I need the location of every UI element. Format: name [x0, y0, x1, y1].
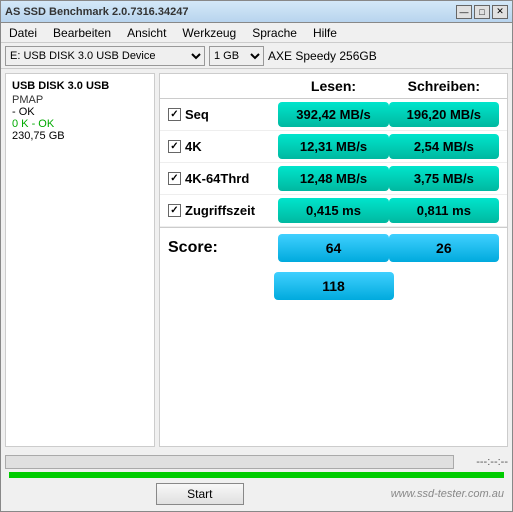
bottom-area: ---:--:-- Start www.ssd-tester.com.au	[1, 451, 512, 511]
4k64-label: ✓ 4K-64Thrd	[168, 171, 278, 186]
seq-checkbox[interactable]: ✓	[168, 108, 181, 121]
4k64-write-value: 3,75 MB/s	[389, 166, 499, 191]
left-panel: USB DISK 3.0 USB PMAP - OK 0 K - OK 230,…	[5, 73, 155, 447]
score-total-row: 118	[160, 268, 507, 306]
start-button[interactable]: Start	[156, 483, 243, 505]
4k-label: ✓ 4K	[168, 139, 278, 154]
4k-checkbox[interactable]: ✓	[168, 140, 181, 153]
4k64-row: ✓ 4K-64Thrd 12,48 MB/s 3,75 MB/s	[160, 163, 507, 195]
menu-ansicht[interactable]: Ansicht	[123, 26, 170, 40]
menu-bearbeiten[interactable]: Bearbeiten	[49, 26, 115, 40]
drive-label: AXE Speedy 256GB	[268, 49, 377, 63]
score-write-value: 26	[389, 234, 499, 262]
window-title: AS SSD Benchmark 2.0.7316.34247	[5, 6, 188, 18]
menu-bar: Datei Bearbeiten Ansicht Werkzeug Sprach…	[1, 23, 512, 43]
access-checkbox[interactable]: ✓	[168, 204, 181, 217]
main-window: AS SSD Benchmark 2.0.7316.34247 — □ ✕ Da…	[0, 0, 513, 512]
score-total-value: 118	[274, 272, 394, 300]
4k-write-value: 2,54 MB/s	[389, 134, 499, 159]
lesen-header: Lesen:	[278, 78, 388, 94]
device-name: USB DISK 3.0 USB	[12, 80, 148, 92]
4k64-read-value: 12,48 MB/s	[278, 166, 388, 191]
4k-read-value: 12,31 MB/s	[278, 134, 388, 159]
seq-write-value: 196,20 MB/s	[389, 102, 499, 127]
seq-label: ✓ Seq	[168, 107, 278, 122]
right-panel: Lesen: Schreiben: ✓ Seq 392,42 MB/s 196,…	[159, 73, 508, 447]
access-label: ✓ Zugriffszeit	[168, 203, 278, 218]
ok1-label: - OK	[12, 106, 148, 118]
results-header: Lesen: Schreiben:	[160, 74, 507, 99]
col1-header	[168, 78, 278, 94]
pmap-label: PMAP	[12, 94, 148, 106]
title-bar-buttons: — □ ✕	[456, 5, 508, 19]
4k64-checkbox[interactable]: ✓	[168, 172, 181, 185]
menu-hilfe[interactable]: Hilfe	[309, 26, 341, 40]
score-label: Score:	[168, 239, 278, 257]
access-write-value: 0,811 ms	[389, 198, 499, 223]
score-read-value: 64	[278, 234, 388, 262]
title-bar: AS SSD Benchmark 2.0.7316.34247 — □ ✕	[1, 1, 512, 23]
bottom-bar: Start www.ssd-tester.com.au	[5, 481, 508, 507]
menu-sprache[interactable]: Sprache	[248, 26, 301, 40]
progress-time: ---:--:--	[458, 456, 508, 468]
seq-read-value: 392,42 MB/s	[278, 102, 388, 127]
close-button[interactable]: ✕	[492, 5, 508, 19]
drive-select[interactable]: E: USB DISK 3.0 USB Device	[5, 46, 205, 66]
watermark-text: www.ssd-tester.com.au	[391, 488, 504, 500]
main-content: USB DISK 3.0 USB PMAP - OK 0 K - OK 230,…	[1, 69, 512, 451]
seq-row: ✓ Seq 392,42 MB/s 196,20 MB/s	[160, 99, 507, 131]
capacity-label: 230,75 GB	[12, 130, 148, 142]
size-select[interactable]: 1 GB	[209, 46, 264, 66]
access-read-value: 0,415 ms	[278, 198, 388, 223]
score-row: Score: 64 26	[160, 227, 507, 268]
menu-werkzeug[interactable]: Werkzeug	[178, 26, 240, 40]
progress-bar	[5, 455, 454, 469]
green-status-bar	[9, 472, 504, 478]
ok2-label: 0 K - OK	[12, 118, 148, 130]
minimize-button[interactable]: —	[456, 5, 472, 19]
4k-row: ✓ 4K 12,31 MB/s 2,54 MB/s	[160, 131, 507, 163]
schreiben-header: Schreiben:	[389, 78, 499, 94]
maximize-button[interactable]: □	[474, 5, 490, 19]
toolbar: E: USB DISK 3.0 USB Device 1 GB AXE Spee…	[1, 43, 512, 69]
progress-container: ---:--:--	[5, 455, 508, 469]
access-row: ✓ Zugriffszeit 0,415 ms 0,811 ms	[160, 195, 507, 227]
menu-datei[interactable]: Datei	[5, 26, 41, 40]
